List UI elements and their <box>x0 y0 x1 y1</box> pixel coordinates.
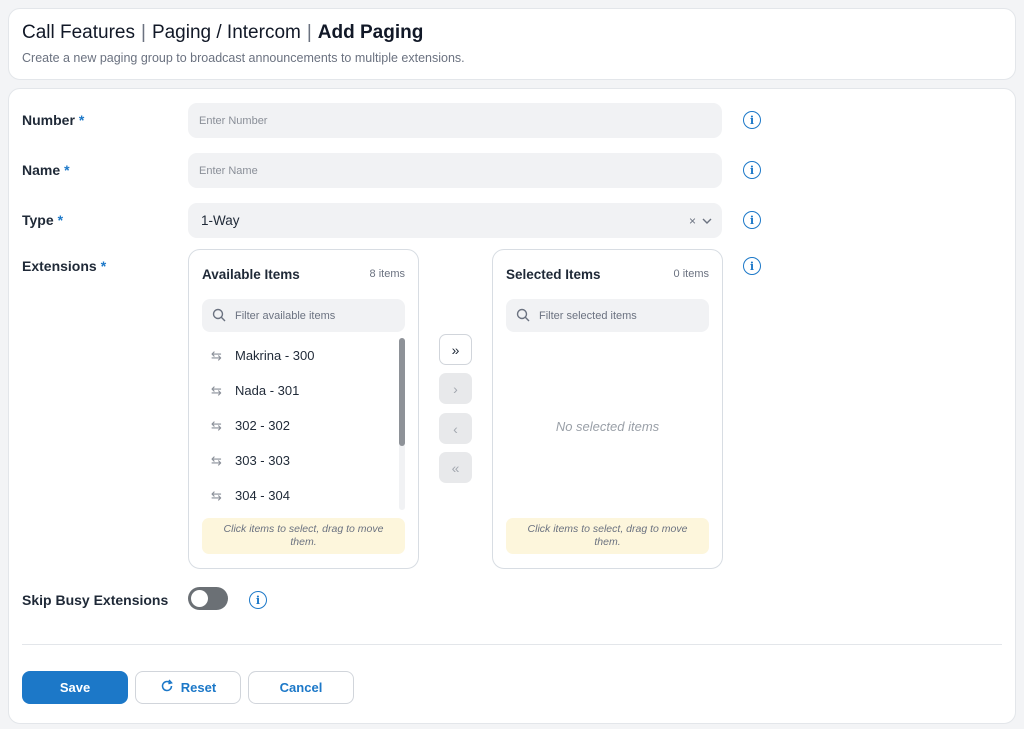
move-all-left-button[interactable]: « <box>439 452 472 483</box>
clear-icon[interactable]: × <box>689 214 696 228</box>
move-left-button[interactable]: ‹ <box>439 413 472 444</box>
drag-arrows-icon: ⇆ <box>211 348 222 363</box>
selected-filter-input[interactable]: Filter selected items <box>506 299 709 332</box>
available-items-title: Available Items <box>202 267 300 282</box>
selected-items-title: Selected Items <box>506 267 601 282</box>
selected-items-panel: Selected Items 0 items Filter selected i… <box>492 249 723 569</box>
skip-busy-label: Skip Busy Extensions <box>22 592 169 608</box>
list-item[interactable]: ⇆ Nada - 301 <box>202 373 397 408</box>
drag-arrows-icon: ⇆ <box>211 383 222 398</box>
available-items-panel: Available Items 8 items Filter available… <box>188 249 419 569</box>
type-select[interactable]: 1-Way × <box>188 203 722 238</box>
type-value: 1-Way <box>201 213 240 228</box>
available-filter-placeholder: Filter available items <box>235 309 336 322</box>
number-input[interactable]: Enter Number <box>188 103 722 138</box>
name-placeholder: Enter Name <box>199 164 258 177</box>
drag-arrows-icon: ⇆ <box>211 418 222 433</box>
number-info-icon[interactable]: i <box>743 111 761 129</box>
refresh-icon <box>160 679 174 696</box>
available-filter-input[interactable]: Filter available items <box>202 299 405 332</box>
save-button[interactable]: Save <box>22 671 128 704</box>
breadcrumb-separator: | <box>306 22 312 43</box>
name-input[interactable]: Enter Name <box>188 153 722 188</box>
cancel-button[interactable]: Cancel <box>248 671 354 704</box>
search-icon <box>516 308 530 325</box>
reset-button[interactable]: Reset <box>135 671 241 704</box>
list-item[interactable]: ⇆ Makrina - 300 <box>202 338 397 373</box>
list-item[interactable]: ⇆ 302 - 302 <box>202 408 397 443</box>
available-items-count: 8 items <box>369 268 405 280</box>
breadcrumb-item-paging-intercom[interactable]: Paging / Intercom <box>152 22 301 43</box>
chevron-down-icon[interactable] <box>702 214 712 228</box>
search-icon <box>212 308 226 325</box>
scrollbar-thumb[interactable] <box>399 338 405 446</box>
selected-hint: Click items to select, drag to move them… <box>506 518 709 554</box>
name-info-icon[interactable]: i <box>743 161 761 179</box>
selected-items-count: 0 items <box>673 268 709 280</box>
skip-busy-toggle[interactable] <box>188 587 228 610</box>
breadcrumb-separator: | <box>141 22 146 43</box>
page-subtitle: Create a new paging group to broadcast a… <box>22 51 465 65</box>
empty-state-text: No selected items <box>555 419 660 434</box>
type-label: Type * <box>22 212 64 228</box>
breadcrumb-item-call-features[interactable]: Call Features <box>22 22 135 43</box>
paging-form: Number * Enter Number i Name * Enter Name … <box>8 88 1016 724</box>
drag-arrows-icon: ⇆ <box>211 488 222 503</box>
extensions-label: Extensions * <box>22 258 107 274</box>
type-info-icon[interactable]: i <box>743 211 761 229</box>
page-header: Call Features | Paging / Intercom | Add Pagi… <box>8 8 1016 80</box>
available-items-list: ⇆ Makrina - 300 ⇆ Nada - 301 ⇆ 302 - 302 ⇆ 3… <box>202 338 397 513</box>
divider <box>22 644 1002 645</box>
selected-filter-placeholder: Filter selected items <box>539 309 637 322</box>
list-item[interactable]: ⇆ 303 - 303 <box>202 443 397 478</box>
drag-arrows-icon: ⇆ <box>211 453 222 468</box>
number-placeholder: Enter Number <box>199 114 268 127</box>
available-hint: Click items to select, drag to move them… <box>202 518 405 554</box>
number-label: Number * <box>22 112 85 128</box>
move-right-button[interactable]: › <box>439 373 472 404</box>
toggle-knob <box>191 590 208 607</box>
breadcrumb-item-add-paging: Add Paging <box>317 22 424 43</box>
extensions-info-icon[interactable]: i <box>743 257 761 275</box>
reset-label: Reset <box>180 680 217 695</box>
move-all-right-button[interactable]: » <box>439 334 472 365</box>
breadcrumb: Call Features | Paging / Intercom | Add Pagi… <box>22 22 423 44</box>
available-scrollbar[interactable] <box>399 338 405 510</box>
skip-busy-info-icon[interactable]: i <box>249 591 267 609</box>
name-label: Name * <box>22 162 70 178</box>
list-item[interactable]: ⇆ 304 - 304 <box>202 478 397 513</box>
